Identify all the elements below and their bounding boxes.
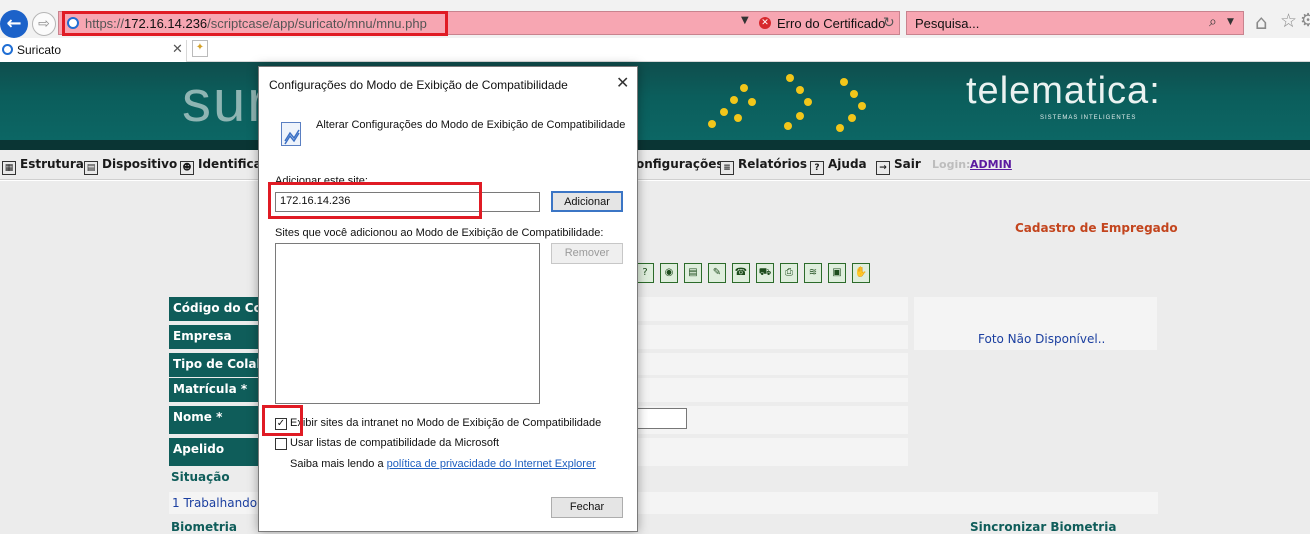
label-apelido: Apelido bbox=[169, 438, 264, 466]
menu-item-relatorios[interactable]: ≡ Relatórios bbox=[720, 157, 807, 175]
telematica-logo: telematica: bbox=[966, 70, 1161, 112]
menu-item-configuracoes[interactable]: onfigurações bbox=[636, 157, 723, 171]
empresa-cell bbox=[636, 325, 908, 349]
label-codigo: Código do Cola bbox=[169, 297, 264, 321]
record-toolbar: ? ◉ ▤ ✎ ☎ ⛟ ⎙ ≋ ▣ ✋ bbox=[636, 261, 926, 287]
close-button[interactable]: Fechar bbox=[551, 497, 623, 518]
biometria-label: Biometria bbox=[171, 520, 238, 534]
codigo-cell bbox=[636, 297, 908, 321]
tab-title: Suricato bbox=[17, 43, 62, 57]
tipo-cell bbox=[636, 353, 908, 375]
cert-error-text[interactable]: Erro do Certificado bbox=[777, 16, 885, 31]
label-tipo: Tipo de Colabo bbox=[169, 353, 264, 377]
reload-icon[interactable]: ↻ bbox=[883, 15, 895, 31]
privacy-link[interactable]: política de privacidade do Internet Expl… bbox=[387, 458, 596, 470]
search-chevron-icon[interactable]: ▼ bbox=[1227, 17, 1234, 27]
exit-icon: → bbox=[876, 161, 890, 175]
app-menu-bar: ▦ Estrutura ▤ Dispositivo ☻ Identificaç onf… bbox=[0, 150, 1310, 180]
hand-icon[interactable]: ✋ bbox=[852, 263, 870, 283]
checkbox-highlight-box bbox=[262, 405, 303, 436]
device-icon: ▤ bbox=[84, 161, 98, 175]
gear-icon[interactable]: ⚙ bbox=[1300, 10, 1310, 31]
nome-input[interactable] bbox=[636, 408, 687, 429]
label-nome: Nome * bbox=[169, 406, 264, 434]
decorative-dots bbox=[700, 72, 870, 132]
site-banner: sur telematica: SISTEMAS INTELIGENTES bbox=[0, 62, 1310, 140]
money-icon[interactable]: ◉ bbox=[660, 263, 678, 283]
page-title: Cadastro de Empregado bbox=[1015, 221, 1178, 235]
menu-item-ajuda[interactable]: ? Ajuda bbox=[810, 157, 867, 175]
intranet-checkbox-label[interactable]: Exibir sites da intranet no Modo de Exib… bbox=[290, 417, 601, 429]
close-icon[interactable]: ✕ bbox=[172, 42, 183, 57]
id-card-icon[interactable]: ▣ bbox=[828, 263, 846, 283]
close-icon[interactable]: ✕ bbox=[616, 73, 629, 92]
help-icon[interactable]: ? bbox=[636, 263, 654, 283]
tab-suricato[interactable]: Suricato ✕ bbox=[0, 40, 187, 62]
sites-list-label: Sites que você adicionou ao Modo de Exib… bbox=[275, 227, 604, 239]
tab-strip: Suricato ✕ ✦ bbox=[0, 38, 1310, 62]
sites-list[interactable] bbox=[275, 243, 540, 404]
stack-icon[interactable]: ≋ bbox=[804, 263, 822, 283]
remove-button: Remover bbox=[551, 243, 623, 264]
search-icon[interactable]: ⌕ bbox=[1209, 14, 1217, 30]
star-icon[interactable]: ☆ bbox=[1280, 10, 1297, 32]
menu-item-estrutura[interactable]: ▦ Estrutura bbox=[2, 157, 84, 175]
login-user-link[interactable]: ADMIN bbox=[970, 158, 1012, 171]
url-highlight-box bbox=[62, 11, 448, 36]
users-icon: ☻ bbox=[180, 161, 194, 175]
chevron-down-icon[interactable]: ▼ bbox=[741, 15, 749, 26]
forward-icon[interactable]: ⇨ bbox=[32, 12, 56, 36]
apelido-cell bbox=[636, 438, 908, 466]
ie-favicon-icon bbox=[2, 44, 13, 55]
compatibility-dialog: Configurações do Modo de Exibição de Com… bbox=[258, 66, 638, 532]
microsoft-lists-checkbox-label[interactable]: Usar listas de compatibilidade da Micros… bbox=[290, 437, 499, 449]
menu-item-dispositivo[interactable]: ▤ Dispositivo bbox=[84, 157, 177, 175]
phone-icon[interactable]: ☎ bbox=[732, 263, 750, 283]
structure-icon: ▦ bbox=[2, 161, 16, 175]
home-icon[interactable]: ⌂ bbox=[1255, 10, 1268, 34]
document-icon[interactable]: ▤ bbox=[684, 263, 702, 283]
add-button[interactable]: Adicionar bbox=[551, 191, 623, 212]
privacy-text: Saiba mais lendo a política de privacida… bbox=[290, 458, 596, 470]
input-highlight-box bbox=[268, 182, 482, 219]
printer-icon[interactable]: ⎙ bbox=[780, 263, 798, 283]
label-empresa: Empresa bbox=[169, 325, 264, 349]
report-icon: ≡ bbox=[720, 161, 734, 175]
situacao-label: Situação bbox=[171, 470, 230, 484]
document-edit-icon[interactable]: ✎ bbox=[708, 263, 726, 283]
menu-item-sair[interactable]: → Sair bbox=[876, 157, 921, 175]
menu-item-identificacao[interactable]: ☻ Identificaç bbox=[180, 157, 269, 175]
screen: ← ⇨ https://172.16.14.236/scriptcase/app… bbox=[0, 0, 1310, 534]
banner-stripe bbox=[0, 140, 1310, 150]
dialog-title: Configurações do Modo de Exibição de Com… bbox=[269, 78, 568, 92]
login-label: Login: bbox=[932, 158, 971, 171]
telematica-tagline: SISTEMAS INTELIGENTES bbox=[1040, 115, 1137, 121]
photo-unavailable-text: Foto Não Disponível.. bbox=[978, 332, 1106, 346]
cert-error-icon[interactable]: ✕ bbox=[759, 17, 771, 29]
suricato-logo: sur bbox=[182, 69, 269, 134]
situacao-value: 1 Trabalhando bbox=[172, 496, 258, 510]
search-box[interactable]: Pesquisa... ⌕ ▼ bbox=[906, 11, 1244, 35]
help-icon: ? bbox=[810, 161, 824, 175]
search-input[interactable]: Pesquisa... bbox=[915, 16, 979, 31]
matricula-cell bbox=[636, 378, 908, 402]
compatibility-page-icon bbox=[281, 122, 301, 146]
microsoft-lists-checkbox[interactable] bbox=[275, 438, 287, 450]
dialog-header: Alterar Configurações do Modo de Exibiçã… bbox=[316, 119, 626, 131]
sync-biometria-label: Sincronizar Biometria bbox=[970, 520, 1117, 534]
back-icon[interactable]: ← bbox=[0, 10, 28, 38]
car-icon[interactable]: ⛟ bbox=[756, 263, 774, 283]
new-tab-icon[interactable]: ✦ bbox=[192, 40, 208, 57]
label-matricula: Matrícula * bbox=[169, 378, 264, 402]
